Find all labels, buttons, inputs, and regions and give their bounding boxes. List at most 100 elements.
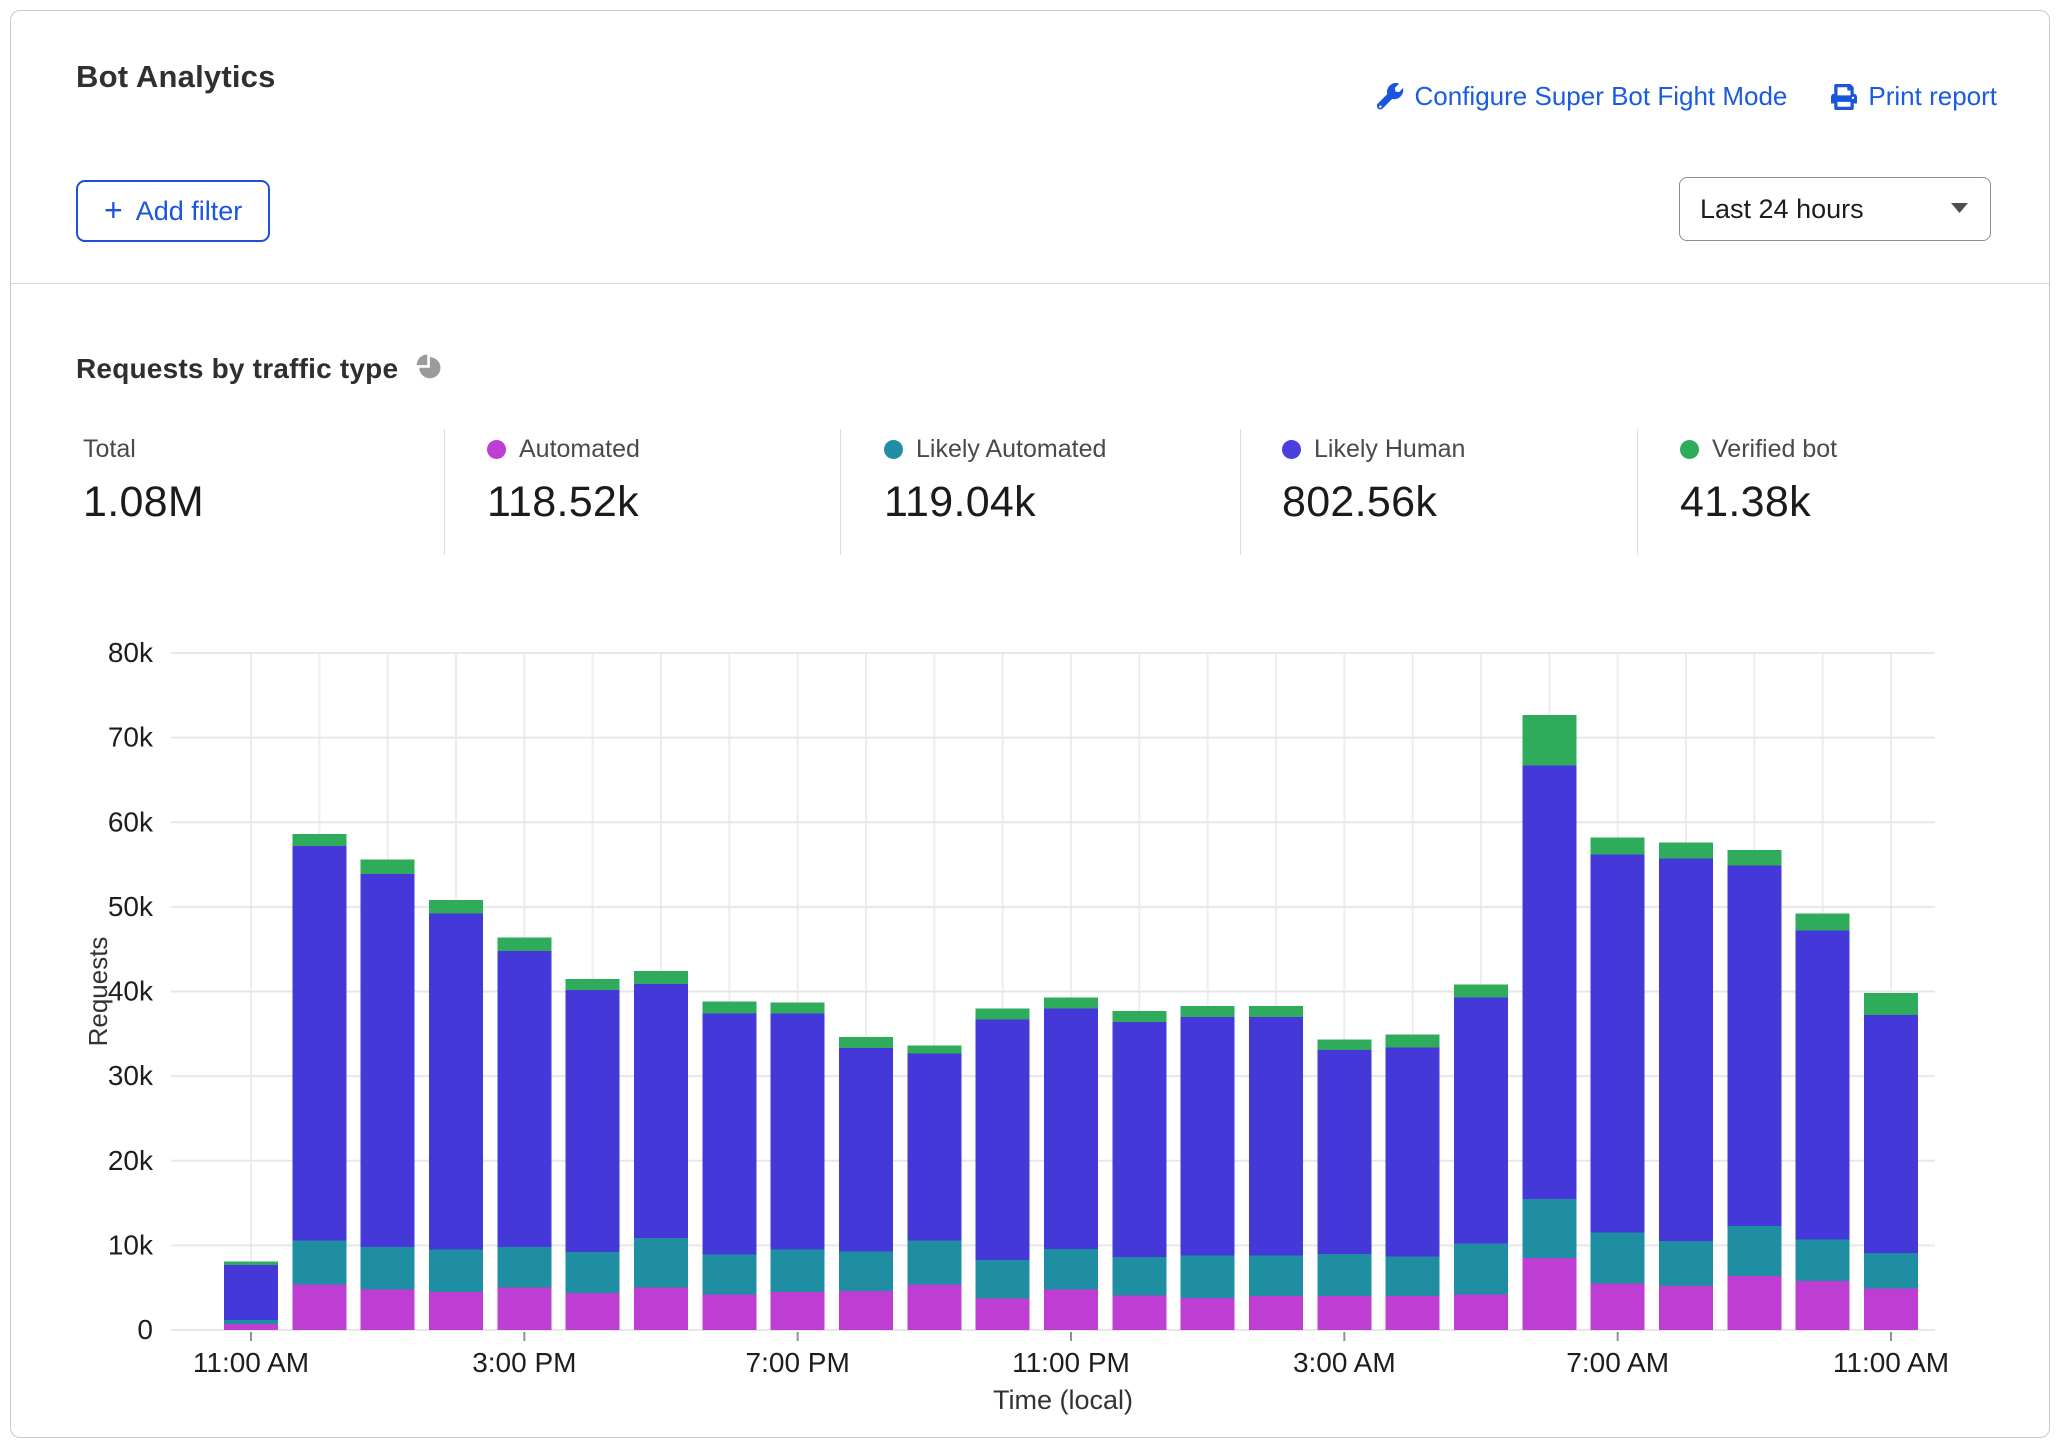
bar-segment[interactable] <box>224 1324 278 1330</box>
bar-segment[interactable] <box>1727 1276 1781 1330</box>
configure-super-bot-fight-mode-link[interactable]: Configure Super Bot Fight Mode <box>1377 81 1788 112</box>
bar-segment[interactable] <box>292 1240 346 1284</box>
bar-segment[interactable] <box>1864 993 1918 1015</box>
bar-segment[interactable] <box>634 1288 688 1330</box>
bar-segment[interactable] <box>702 1294 756 1330</box>
bar-segment[interactable] <box>361 1289 415 1330</box>
bar-segment[interactable] <box>1249 1256 1303 1297</box>
bar-segment[interactable] <box>771 1250 825 1292</box>
bar-segment[interactable] <box>429 914 483 1250</box>
bar-segment[interactable] <box>976 1299 1030 1330</box>
bar-segment[interactable] <box>1181 1017 1235 1256</box>
bar-segment[interactable] <box>1386 1256 1440 1296</box>
bar-segment[interactable] <box>1864 1253 1918 1289</box>
bar-segment[interactable] <box>1659 859 1713 1242</box>
bar-segment[interactable] <box>1727 865 1781 1226</box>
bar-segment[interactable] <box>1796 1239 1850 1280</box>
bar-segment[interactable] <box>1249 1006 1303 1017</box>
bar-segment[interactable] <box>1591 837 1645 854</box>
bar-segment[interactable] <box>839 1048 893 1251</box>
bar-segment[interactable] <box>361 859 415 873</box>
bar-segment[interactable] <box>839 1251 893 1291</box>
add-filter-button[interactable]: + Add filter <box>76 180 270 242</box>
bar-segment[interactable] <box>566 1252 620 1293</box>
bar-segment[interactable] <box>497 1247 551 1288</box>
bar-segment[interactable] <box>771 1292 825 1330</box>
bar-segment[interactable] <box>702 1002 756 1014</box>
bar-segment[interactable] <box>566 979 620 990</box>
bar-segment[interactable] <box>1386 1047 1440 1256</box>
bar-segment[interactable] <box>1044 1249 1098 1290</box>
bar-segment[interactable] <box>1044 1008 1098 1248</box>
bar-segment[interactable] <box>361 1247 415 1289</box>
bar-segment[interactable] <box>1249 1296 1303 1330</box>
bar-segment[interactable] <box>1181 1006 1235 1017</box>
bar-segment[interactable] <box>292 846 346 1240</box>
bar-segment[interactable] <box>1181 1298 1235 1330</box>
bar-segment[interactable] <box>566 1293 620 1330</box>
bar-segment[interactable] <box>1317 1050 1371 1254</box>
bar-segment[interactable] <box>771 1003 825 1014</box>
bar-segment[interactable] <box>1044 997 1098 1008</box>
bar-segment[interactable] <box>702 1014 756 1255</box>
bar-segment[interactable] <box>976 1019 1030 1259</box>
bar-segment[interactable] <box>1591 1283 1645 1330</box>
bar-segment[interactable] <box>1659 1241 1713 1286</box>
bar-segment[interactable] <box>1864 1015 1918 1253</box>
bar-segment[interactable] <box>976 1260 1030 1299</box>
bar-segment[interactable] <box>634 1238 688 1288</box>
bar-segment[interactable] <box>497 1288 551 1330</box>
bar-segment[interactable] <box>361 874 415 1247</box>
bar-segment[interactable] <box>1864 1289 1918 1330</box>
bar-segment[interactable] <box>839 1037 893 1048</box>
bar-segment[interactable] <box>1317 1296 1371 1330</box>
bar-segment[interactable] <box>1454 997 1508 1243</box>
bar-segment[interactable] <box>1591 1233 1645 1284</box>
time-range-select[interactable]: Last 24 hours <box>1679 177 1991 241</box>
bar-segment[interactable] <box>976 1008 1030 1019</box>
bar-segment[interactable] <box>907 1284 961 1330</box>
bar-segment[interactable] <box>839 1291 893 1330</box>
bar-segment[interactable] <box>1112 1257 1166 1295</box>
bar-segment[interactable] <box>497 951 551 1247</box>
bar-segment[interactable] <box>1112 1011 1166 1022</box>
bar-segment[interactable] <box>224 1265 278 1320</box>
bar-segment[interactable] <box>1796 914 1850 931</box>
bar-segment[interactable] <box>1522 766 1576 1199</box>
bar-segment[interactable] <box>634 984 688 1238</box>
bar-segment[interactable] <box>1112 1022 1166 1257</box>
bar-segment[interactable] <box>429 900 483 914</box>
bar-segment[interactable] <box>1659 843 1713 859</box>
bar-segment[interactable] <box>771 1014 825 1250</box>
bar-segment[interactable] <box>429 1250 483 1292</box>
bar-segment[interactable] <box>1249 1017 1303 1256</box>
bar-segment[interactable] <box>1317 1254 1371 1296</box>
bar-segment[interactable] <box>224 1320 278 1324</box>
bar-segment[interactable] <box>634 971 688 984</box>
bar-segment[interactable] <box>1522 715 1576 766</box>
bar-segment[interactable] <box>1181 1256 1235 1298</box>
bar-segment[interactable] <box>907 1053 961 1240</box>
bar-segment[interactable] <box>1591 854 1645 1232</box>
bar-segment[interactable] <box>1112 1295 1166 1330</box>
bar-segment[interactable] <box>429 1292 483 1330</box>
bar-segment[interactable] <box>1727 850 1781 865</box>
bar-segment[interactable] <box>1659 1286 1713 1330</box>
bar-segment[interactable] <box>1317 1040 1371 1050</box>
bar-segment[interactable] <box>1044 1289 1098 1330</box>
bar-segment[interactable] <box>497 937 551 951</box>
bar-segment[interactable] <box>1796 931 1850 1240</box>
print-report-link[interactable]: Print report <box>1831 81 1997 112</box>
bar-segment[interactable] <box>1454 985 1508 998</box>
bar-segment[interactable] <box>1796 1281 1850 1330</box>
bar-segment[interactable] <box>292 834 346 846</box>
bar-segment[interactable] <box>1522 1258 1576 1330</box>
bar-segment[interactable] <box>1727 1226 1781 1276</box>
bar-segment[interactable] <box>1386 1035 1440 1048</box>
bar-segment[interactable] <box>1454 1244 1508 1295</box>
bar-segment[interactable] <box>292 1284 346 1330</box>
bar-segment[interactable] <box>907 1240 961 1284</box>
bar-segment[interactable] <box>907 1046 961 1054</box>
bar-segment[interactable] <box>1386 1296 1440 1330</box>
bar-segment[interactable] <box>566 990 620 1252</box>
